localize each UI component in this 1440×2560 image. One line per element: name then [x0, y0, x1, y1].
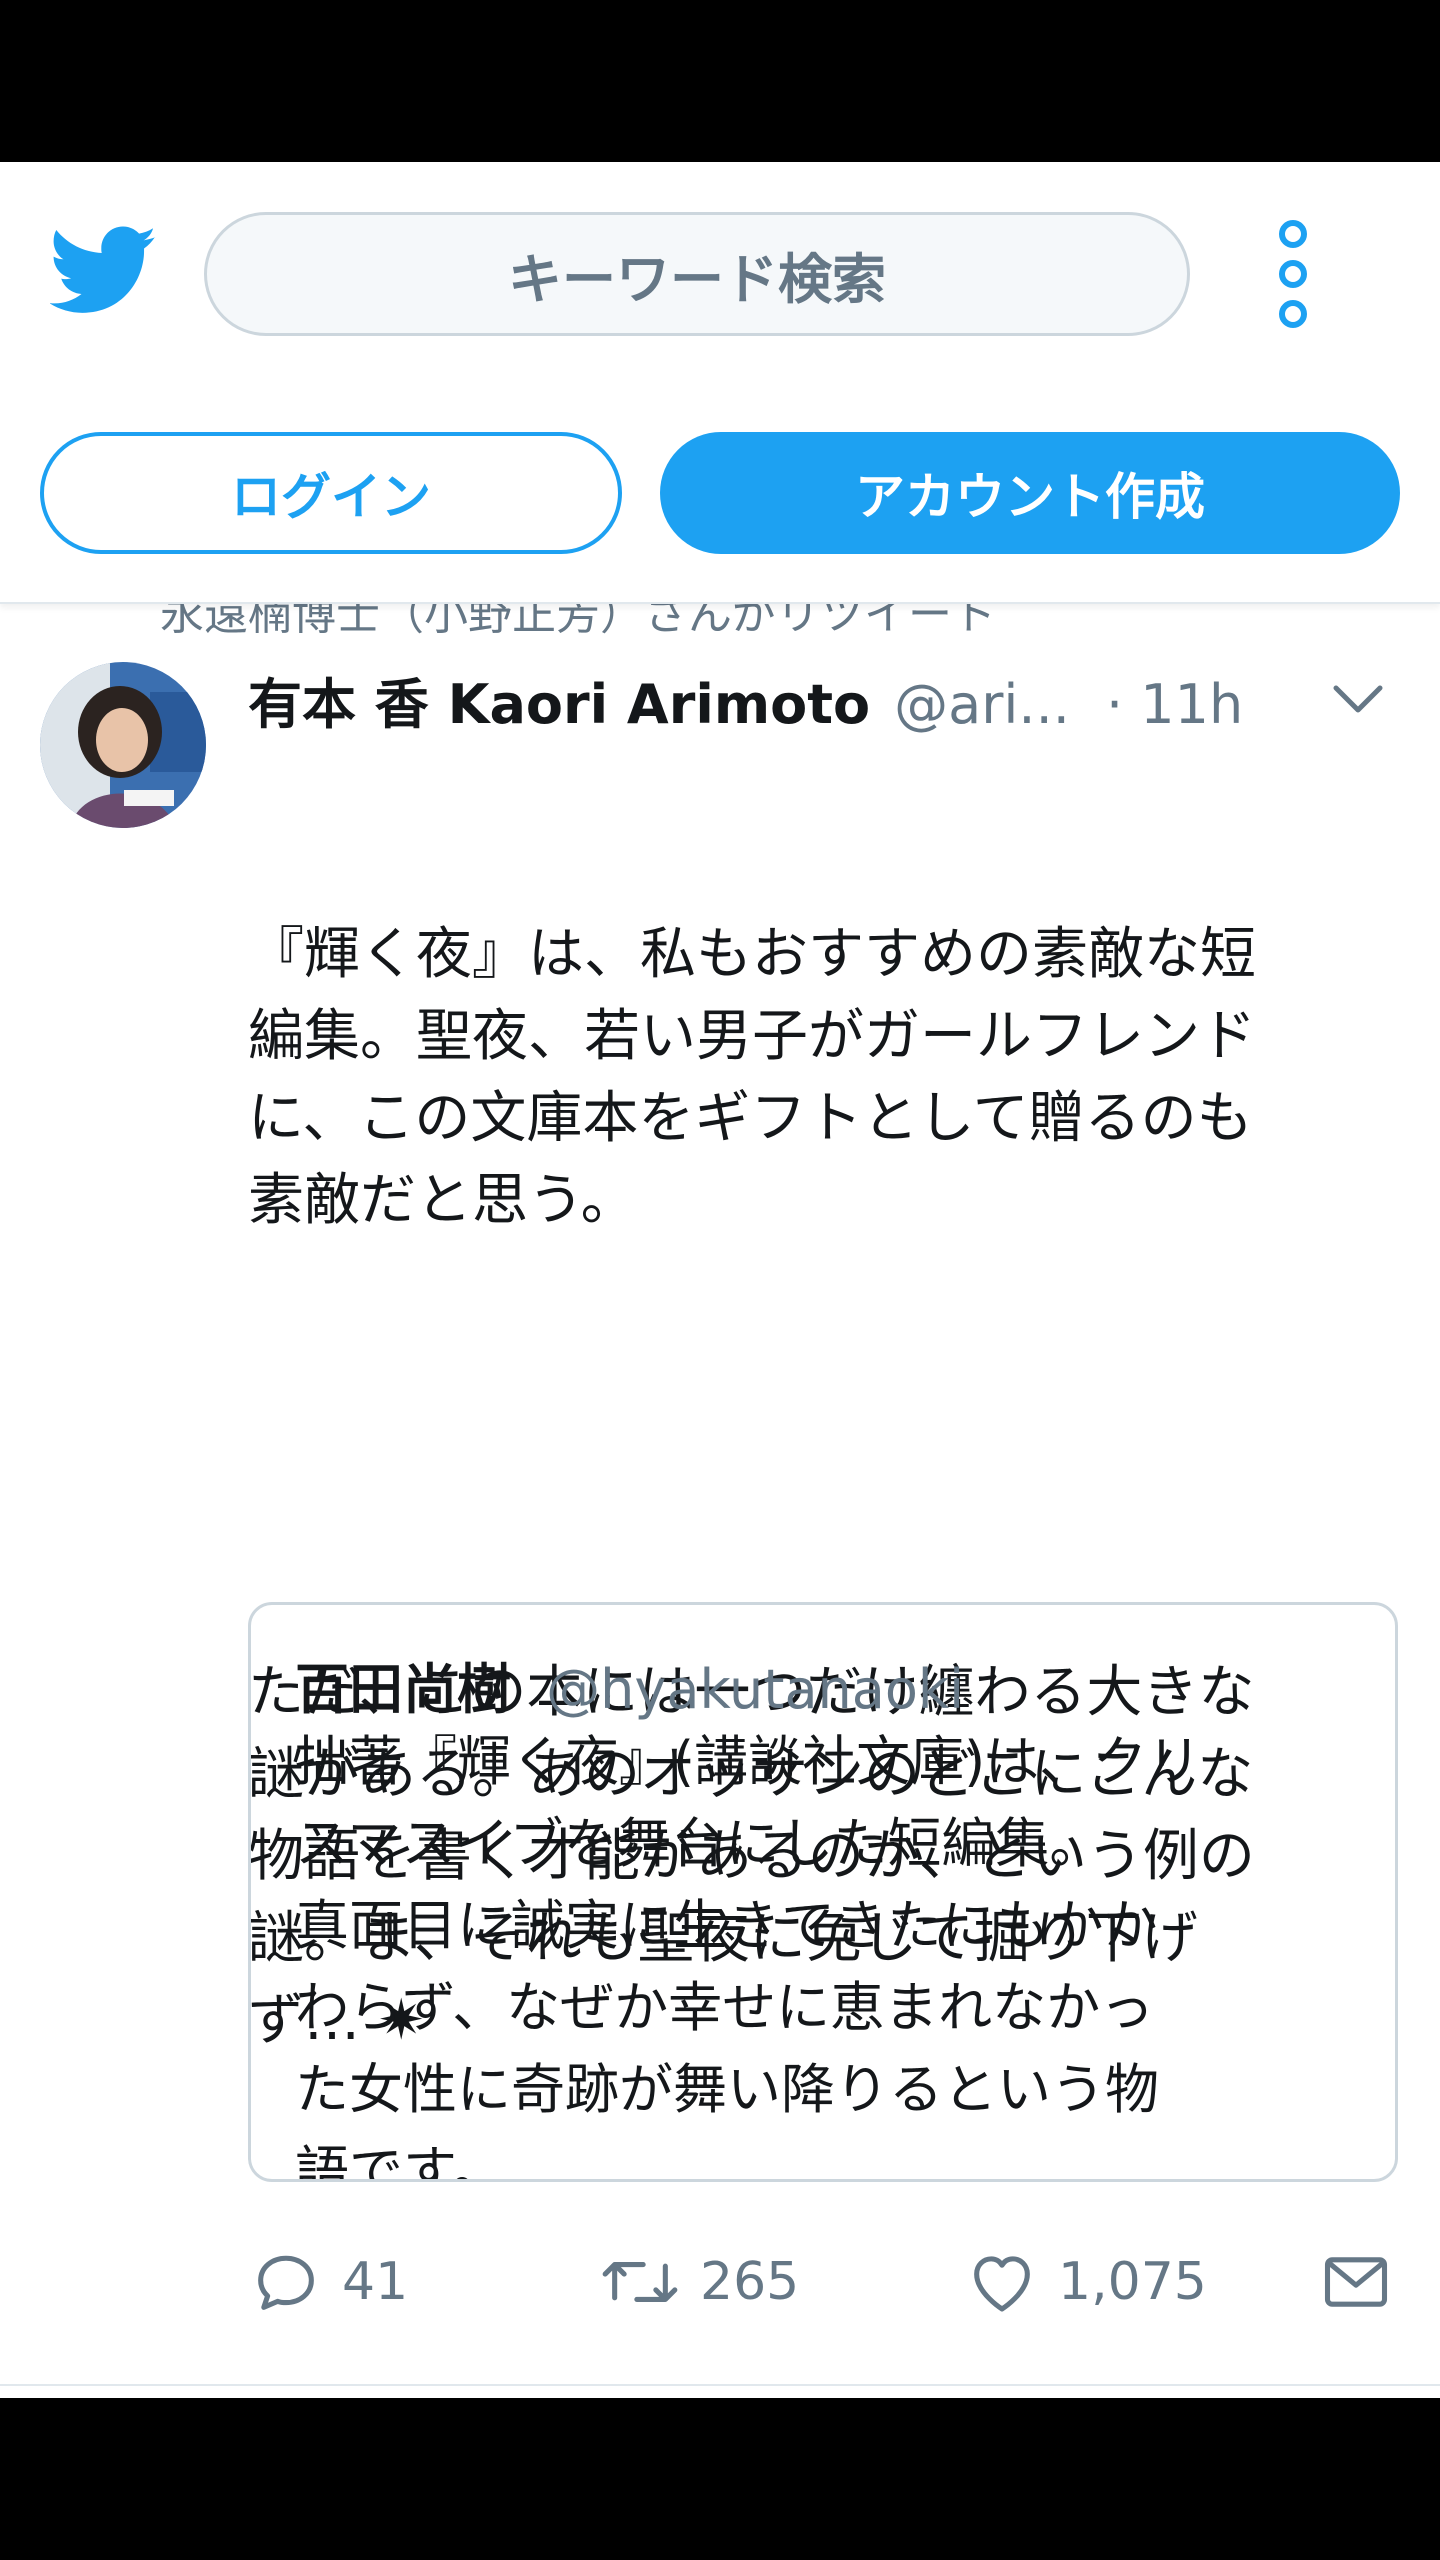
- tweet-actions: 41 265 1,075: [248, 2232, 1398, 2332]
- twitter-bird-icon[interactable]: [50, 226, 158, 316]
- retweet-icon: [602, 2262, 678, 2302]
- author-name[interactable]: 有本 香 Kaori Arimoto: [248, 660, 870, 739]
- avatar-image: [40, 662, 206, 828]
- quoted-tweet-header: 百田尚樹 @hyakutanaoki: [295, 1645, 964, 1724]
- author-handle[interactable]: @ari...: [894, 673, 1070, 736]
- login-button[interactable]: ログイン: [40, 432, 622, 554]
- timeline-divider: [0, 2384, 1440, 2386]
- like-button[interactable]: 1,075: [964, 2232, 1207, 2332]
- heart-icon: [974, 2256, 1030, 2312]
- tweet-header: 有本 香 Kaori Arimoto @ari... · 11h: [248, 660, 1398, 740]
- direct-message-button[interactable]: [1318, 2232, 1412, 2332]
- twitter-mobile-screen: キーワード検索 ログイン アカウント作成 永遠楠博士（小野正芳）さんがリツイート…: [0, 162, 1440, 2398]
- tweet-text-paragraph-1: 『輝く夜』は、私もおすすめの素敵な短 編集。聖夜、若い男子がガールフレンド に、…: [248, 922, 1256, 1233]
- quoted-tweet[interactable]: 百田尚樹 @hyakutanaoki 拙著『輝く夜』(講談社文庫)は、クリ スマ…: [248, 1602, 1398, 2182]
- envelope-icon: [1324, 2257, 1388, 2307]
- tweet-time[interactable]: · 11h: [1106, 673, 1243, 736]
- reply-icon: [258, 2255, 314, 2310]
- reply-count: 41: [342, 2252, 409, 2312]
- chevron-down-icon[interactable]: [1326, 666, 1390, 730]
- like-count: 1,075: [1058, 2252, 1207, 2312]
- reply-button[interactable]: 41: [248, 2232, 408, 2332]
- quoted-tweet-text: 拙著『輝く夜』(講談社文庫)は、クリ スマスイブを舞台にした短編集。 真面目に誠…: [295, 1730, 1202, 2182]
- top-header: キーワード検索 ログイン アカウント作成: [0, 162, 1440, 604]
- signup-button[interactable]: アカウント作成: [660, 432, 1400, 554]
- quoted-author-handle: @hyakutanaoki: [546, 1658, 965, 1721]
- quoted-author-name: 百田尚樹: [295, 1658, 511, 1721]
- search-input[interactable]: キーワード検索: [204, 212, 1190, 336]
- more-vertical-icon[interactable]: [1270, 218, 1316, 330]
- avatar[interactable]: [40, 662, 206, 828]
- retweet-button[interactable]: 265: [598, 2232, 799, 2332]
- retweet-count: 265: [700, 2252, 800, 2312]
